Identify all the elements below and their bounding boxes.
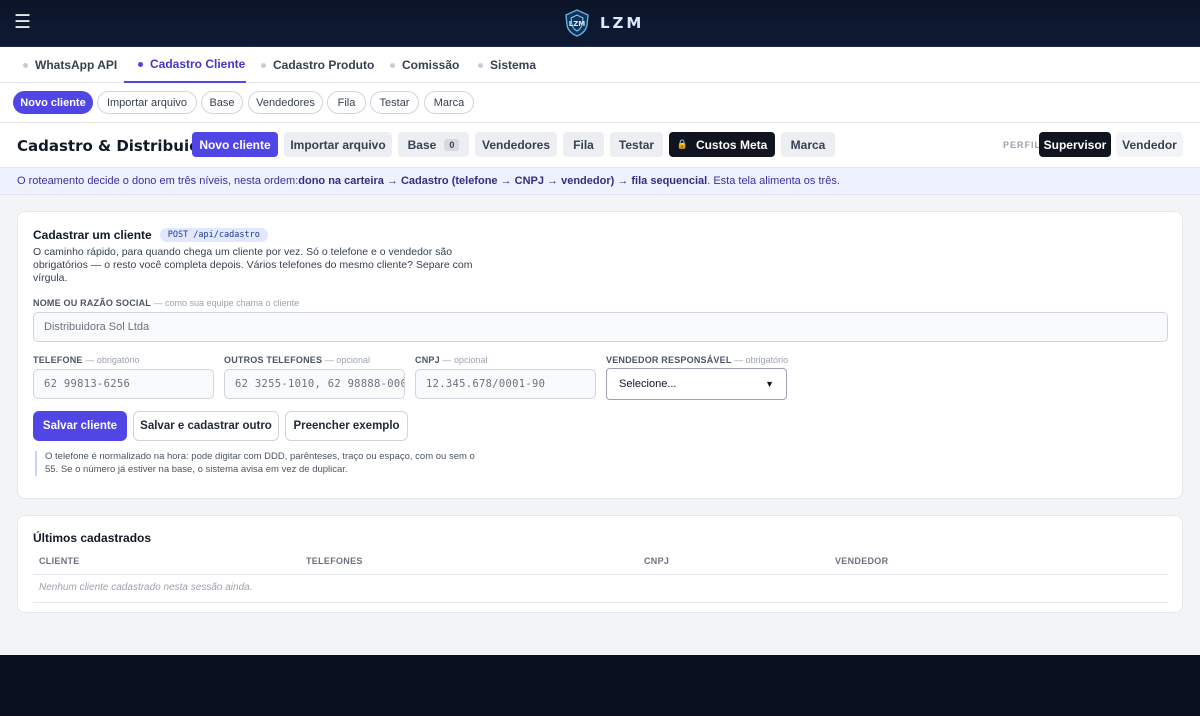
pill-marca[interactable]: Marca	[424, 91, 474, 114]
shield-logo-icon: LZM	[565, 9, 589, 37]
empty-table-message: Nenhum cliente cadastrado nesta sessão a…	[39, 582, 253, 593]
vendedor-label-text: VENDEDOR RESPONSÁVEL	[606, 355, 732, 365]
telefone-label: TELEFONE — obrigatório	[33, 355, 139, 365]
testar-button[interactable]: Testar	[610, 132, 663, 157]
nome-label-text: NOME OU RAZÃO SOCIAL	[33, 298, 151, 308]
lock-icon: 🔒	[676, 139, 688, 149]
preencher-exemplo-button[interactable]: Preencher exemplo	[285, 411, 408, 441]
telefone-hint: — obrigatório	[85, 355, 140, 365]
cnpj-label-text: CNPJ	[415, 355, 440, 365]
vendedor-hint: — obrigatório	[734, 355, 789, 365]
custos-meta-button[interactable]: 🔒 Custos Meta	[669, 132, 775, 157]
column-header-telefones: TELEFONES	[306, 556, 363, 566]
telefone-label-text: TELEFONE	[33, 355, 83, 365]
perfil-supervisor-button[interactable]: Supervisor	[1039, 132, 1111, 157]
pill-base[interactable]: Base	[201, 91, 243, 114]
base-count-badge: 0	[444, 138, 460, 151]
page-title: Cadastro & Distribuição	[17, 137, 219, 155]
brand-name: LZM	[600, 14, 645, 32]
hamburger-icon[interactable]: ☰	[14, 13, 31, 32]
nome-hint: — como sua equipe chama o cliente	[153, 298, 300, 308]
tab-label: Comissão	[402, 58, 460, 72]
importar-arquivo-button[interactable]: Importar arquivo	[284, 132, 392, 157]
column-header-cnpj: CNPJ	[644, 556, 670, 566]
routing-info: O roteamento decide o dono em três nívei…	[0, 168, 1200, 195]
recent-title: Últimos cadastrados	[33, 531, 152, 545]
ultimos-cadastrados-card: Últimos cadastrados CLIENTE TELEFONES CN…	[17, 515, 1183, 613]
footer-band	[0, 655, 1200, 716]
outros-hint: — opcional	[324, 355, 370, 365]
tab-label: Cadastro Cliente	[150, 57, 246, 71]
form-title-text: Cadastrar um cliente	[33, 228, 152, 242]
column-header-cliente: CLIENTE	[39, 556, 80, 566]
chevron-down-icon: ▼	[765, 379, 774, 389]
routing-info-suffix: . Esta tela alimenta os três.	[707, 175, 840, 187]
tab-dot-icon	[23, 62, 28, 68]
phone-normalization-note: O telefone é normalizado na hora: pode d…	[35, 451, 475, 476]
nome-label: NOME OU RAZÃO SOCIAL — como sua equipe c…	[33, 298, 299, 308]
cnpj-label: CNPJ — opcional	[415, 355, 488, 365]
tab-dot-icon	[138, 61, 143, 67]
novo-cliente-button[interactable]: Novo cliente	[192, 132, 278, 157]
outros-telefones-label: OUTROS TELEFONES — opcional	[224, 355, 370, 365]
tab-dot-icon	[390, 62, 395, 68]
custos-meta-label: Custos Meta	[695, 137, 768, 152]
base-button[interactable]: Base 0	[398, 132, 469, 157]
salvar-cliente-button[interactable]: Salvar cliente	[33, 411, 127, 441]
marca-button[interactable]: Marca	[781, 132, 835, 157]
nome-input[interactable]: Distribuidora Sol Ltda	[33, 312, 1168, 342]
tab-cadastro-produto[interactable]: Cadastro Produto	[261, 47, 374, 83]
cadastro-form-card: Cadastrar um cliente POST /api/cadastro …	[17, 211, 1183, 499]
tab-dot-icon	[261, 62, 266, 68]
base-label: Base	[407, 137, 437, 152]
table-row-divider	[33, 602, 1168, 603]
column-header-vendedor: VENDEDOR	[835, 556, 889, 566]
telefone-input[interactable]: 62 99813-6256	[33, 369, 214, 399]
salvar-e-cadastrar-outro-button[interactable]: Salvar e cadastrar outro	[133, 411, 279, 441]
pill-fila[interactable]: Fila	[327, 91, 366, 114]
table-header-divider	[33, 574, 1168, 575]
outros-telefones-input[interactable]: 62 3255-1010, 62 98888-0000	[224, 369, 405, 399]
perfil-vendedor-button[interactable]: Vendedor	[1116, 132, 1183, 157]
cnpj-hint: — opcional	[442, 355, 488, 365]
tab-whatsapp-api[interactable]: WhatsApp API	[23, 47, 117, 83]
top-header: ☰ LZM LZM	[0, 0, 1200, 47]
endpoint-badge: POST /api/cadastro	[159, 228, 268, 242]
tab-comissao[interactable]: Comissão	[390, 47, 459, 83]
vendedor-select[interactable]: Selecione... ▼	[606, 368, 787, 400]
fila-button[interactable]: Fila	[563, 132, 604, 157]
vendedores-button[interactable]: Vendedores	[475, 132, 557, 157]
pill-novo-cliente[interactable]: Novo cliente	[13, 91, 93, 114]
pill-testar[interactable]: Testar	[370, 91, 419, 114]
tab-label: Cadastro Produto	[273, 58, 375, 72]
app-body: WhatsApp API Cadastro Cliente Cadastro P…	[0, 47, 1200, 655]
tab-dot-icon	[478, 62, 483, 68]
vendedor-label: VENDEDOR RESPONSÁVEL — obrigatório	[606, 355, 788, 365]
routing-info-prefix: O roteamento decide o dono em três nívei…	[17, 175, 299, 187]
tab-label: Sistema	[490, 58, 537, 72]
brand: LZM LZM	[562, 8, 644, 38]
cnpj-input[interactable]: 12.345.678/0001-90	[415, 369, 596, 399]
vendedor-select-value: Selecione...	[619, 378, 677, 390]
subnav-pills: Novo cliente Importar arquivo Base Vende…	[0, 83, 1200, 123]
routing-info-bold: dono na carteira → Cadastro (telefone → …	[298, 175, 708, 187]
svg-text:LZM: LZM	[569, 20, 586, 28]
form-title: Cadastrar um cliente POST /api/cadastro	[33, 228, 268, 242]
tab-label: WhatsApp API	[35, 58, 118, 72]
page-header: Cadastro & Distribuição Novo cliente Imp…	[0, 123, 1200, 168]
pill-importar-arquivo[interactable]: Importar arquivo	[97, 91, 197, 114]
outros-label-text: OUTROS TELEFONES	[224, 355, 323, 365]
tab-cadastro-cliente[interactable]: Cadastro Cliente	[124, 47, 246, 83]
tab-sistema[interactable]: Sistema	[478, 47, 536, 83]
perfil-label: PERFIL	[1003, 140, 1042, 150]
pill-vendedores[interactable]: Vendedores	[248, 91, 323, 114]
module-tabs: WhatsApp API Cadastro Cliente Cadastro P…	[0, 47, 1200, 83]
form-description: O caminho rápido, para quando chega um c…	[33, 246, 473, 284]
